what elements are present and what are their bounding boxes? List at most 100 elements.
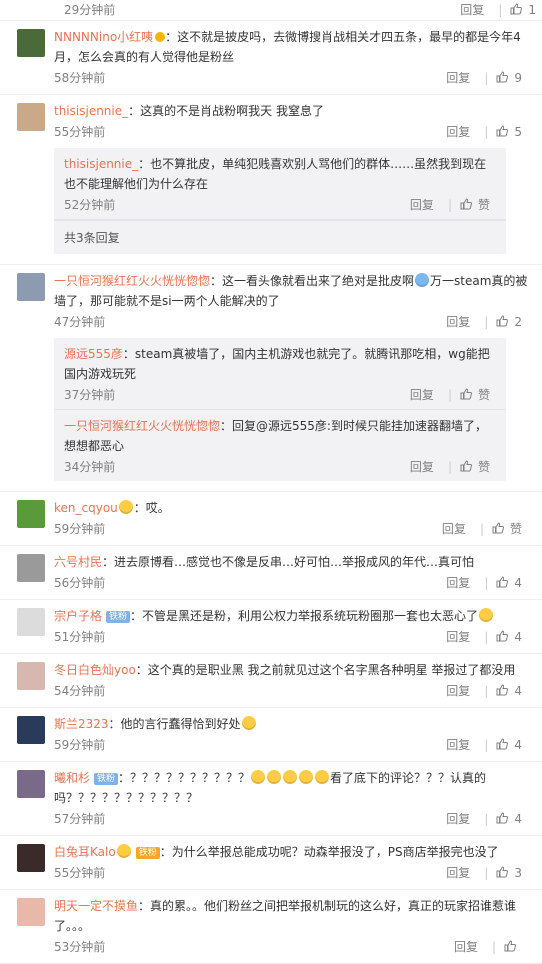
comment-text: thisisjennie_：这真的不是肖战粉啊我天 我窒息了 <box>54 101 528 121</box>
action-separator: | <box>447 388 452 402</box>
more-replies-link[interactable]: 共3条回复 <box>54 220 506 254</box>
like-count[interactable]: 4 <box>514 738 522 752</box>
thumbs-up-icon[interactable] <box>460 388 472 400</box>
reply-button[interactable]: 回复 <box>460 3 484 17</box>
thumbs-up-icon[interactable] <box>496 315 509 327</box>
username-link[interactable]: ken_cqyou <box>54 501 118 515</box>
action-separator: | <box>484 866 489 880</box>
username-link[interactable]: thisisjennie_ <box>54 104 128 118</box>
reply-button[interactable]: 回复 <box>446 866 470 880</box>
reply-button[interactable]: 回复 <box>446 738 470 752</box>
username-link[interactable]: 明天一定不摸鱼 <box>54 899 138 913</box>
like-count[interactable]: 3 <box>514 866 522 880</box>
comment-body: ：进去原博看…感觉也不像是反串…好可怕…举报成风的年代…真可怕 <box>102 555 475 569</box>
action-separator: | <box>484 576 489 590</box>
action-separator: | <box>484 630 489 644</box>
like-count[interactable]: 4 <box>514 684 522 698</box>
avatar[interactable] <box>17 770 45 798</box>
comment-actions: 回复 | 赞 <box>410 385 490 405</box>
emoji-icon <box>118 500 133 514</box>
like-count[interactable]: 4 <box>514 576 522 590</box>
thumbs-up-icon[interactable] <box>510 3 523 15</box>
comment-item: 一只恒河猴红红火火恍恍惚惚：这一看头像就看出来了绝对是批皮啊 万一steam真的被… <box>0 265 542 492</box>
username-link[interactable]: 斯兰2323 <box>54 717 109 731</box>
avatar[interactable] <box>17 716 45 744</box>
emoji-icon <box>415 273 430 287</box>
reply-button[interactable]: 回复 <box>410 460 434 474</box>
comment-meta: 56分钟前 回复 | 4 <box>54 573 528 593</box>
comment-actions: 回复 | 2 <box>446 312 522 332</box>
comment-item: 冬日白色灿yoo：这个真的是职业黑 我之前就见过这个名字黑各种明星 举报过了都没… <box>0 654 542 708</box>
username-link[interactable]: 冬日白色灿yoo <box>54 663 136 677</box>
like-count[interactable]: 4 <box>514 630 522 644</box>
comment-item: 曦和杉 铁粉：？？？？？？？？？？ 看了底下的评论？？？认真的吗？？？？？？？？？？… <box>0 762 542 836</box>
comment-actions: 回复 | 4 <box>446 735 522 755</box>
comment-item: thisisjennie_：这真的不是肖战粉啊我天 我窒息了 55分钟前 回复 | 5 t… <box>0 95 542 265</box>
thumbs-up-icon[interactable] <box>460 198 472 210</box>
reply-button[interactable]: 回复 <box>446 812 470 826</box>
like-count[interactable]: 1 <box>528 3 536 17</box>
comment-time: 59分钟前 <box>54 522 106 536</box>
avatar[interactable] <box>17 273 45 301</box>
avatar[interactable] <box>17 662 45 690</box>
reply-button[interactable]: 回复 <box>446 315 470 329</box>
emoji-icon <box>241 716 256 730</box>
comment-item: 宗户子格 铁粉 ：不管是黑还是粉，利用公权力举报系统玩粉圈那一套也太恶心了 51分钟前… <box>0 600 542 654</box>
thumbs-up-icon[interactable] <box>496 576 509 588</box>
avatar[interactable] <box>17 500 45 528</box>
username-link[interactable]: 宗户子格 <box>54 609 102 623</box>
comment-text: 曦和杉 铁粉：？？？？？？？？？？ 看了底下的评论？？？认真的吗？？？？？？？？？？… <box>54 768 528 808</box>
like-count[interactable]: 2 <box>514 315 522 329</box>
reply-button[interactable]: 回复 <box>446 630 470 644</box>
avatar[interactable] <box>17 608 45 636</box>
thumbs-up-icon[interactable] <box>504 940 516 952</box>
comment-time: 51分钟前 <box>54 630 106 644</box>
like-count[interactable]: 赞 <box>478 388 490 402</box>
like-count[interactable]: 4 <box>514 812 522 826</box>
thumbs-up-icon[interactable] <box>496 812 509 824</box>
username-link[interactable]: thisisjennie_ <box>64 157 138 171</box>
action-separator: | <box>484 125 489 139</box>
avatar[interactable] <box>17 29 45 57</box>
like-count[interactable]: 赞 <box>510 522 522 536</box>
thumbs-up-icon[interactable] <box>460 460 472 472</box>
username-link[interactable]: 一只恒河猴红红火火恍恍惚惚 <box>54 274 210 288</box>
reply-button[interactable]: 回复 <box>410 198 434 212</box>
comment-body: ：这一看头像就看出来了绝对是批皮啊 <box>210 274 415 288</box>
comment-time: 47分钟前 <box>54 315 106 329</box>
avatar[interactable] <box>17 898 45 926</box>
reply-button[interactable]: 回复 <box>446 576 470 590</box>
comment-meta: 58分钟前 回复 | 9 <box>54 68 528 88</box>
emoji-icon <box>299 770 314 784</box>
reply-button[interactable]: 回复 <box>410 388 434 402</box>
thumbs-up-icon[interactable] <box>496 630 509 642</box>
thumbs-up-icon[interactable] <box>492 522 504 534</box>
reply-button[interactable]: 回复 <box>454 940 478 954</box>
reply-button[interactable]: 回复 <box>442 522 466 536</box>
thumbs-up-icon[interactable] <box>496 866 509 878</box>
username-link[interactable]: NNNNNino小红咦 <box>54 30 153 44</box>
avatar[interactable] <box>17 103 45 131</box>
avatar[interactable] <box>17 554 45 582</box>
thumbs-up-icon[interactable] <box>496 71 509 83</box>
like-count[interactable]: 赞 <box>478 198 490 212</box>
username-link[interactable]: 六号村民 <box>54 555 102 569</box>
reply-button[interactable]: 回复 <box>446 125 470 139</box>
thumbs-up-icon[interactable] <box>496 738 509 750</box>
like-count[interactable]: 赞 <box>478 460 490 474</box>
emoji-icon <box>251 770 266 784</box>
reply-button[interactable]: 回复 <box>446 71 470 85</box>
like-count[interactable]: 5 <box>514 125 522 139</box>
username-link[interactable]: 曦和杉 <box>54 771 90 785</box>
comment-actions: 回复 | 赞 <box>410 457 490 477</box>
reply-item: 一只恒河猴红红火火恍恍惚惚：回复@源远555彦:到时候只能挂加速器翻墙了，想想都… <box>54 410 506 481</box>
comment-meta: 55分钟前 回复 | 5 <box>54 122 528 142</box>
avatar[interactable] <box>17 844 45 872</box>
username-link[interactable]: 一只恒河猴红红火火恍恍惚惚 <box>64 419 220 433</box>
reply-button[interactable]: 回复 <box>446 684 470 698</box>
username-link[interactable]: 白兔耳Kalo <box>54 845 116 859</box>
username-link[interactable]: 源远555彦 <box>64 347 123 361</box>
thumbs-up-icon[interactable] <box>496 125 509 137</box>
thumbs-up-icon[interactable] <box>496 684 509 696</box>
like-count[interactable]: 9 <box>514 71 522 85</box>
